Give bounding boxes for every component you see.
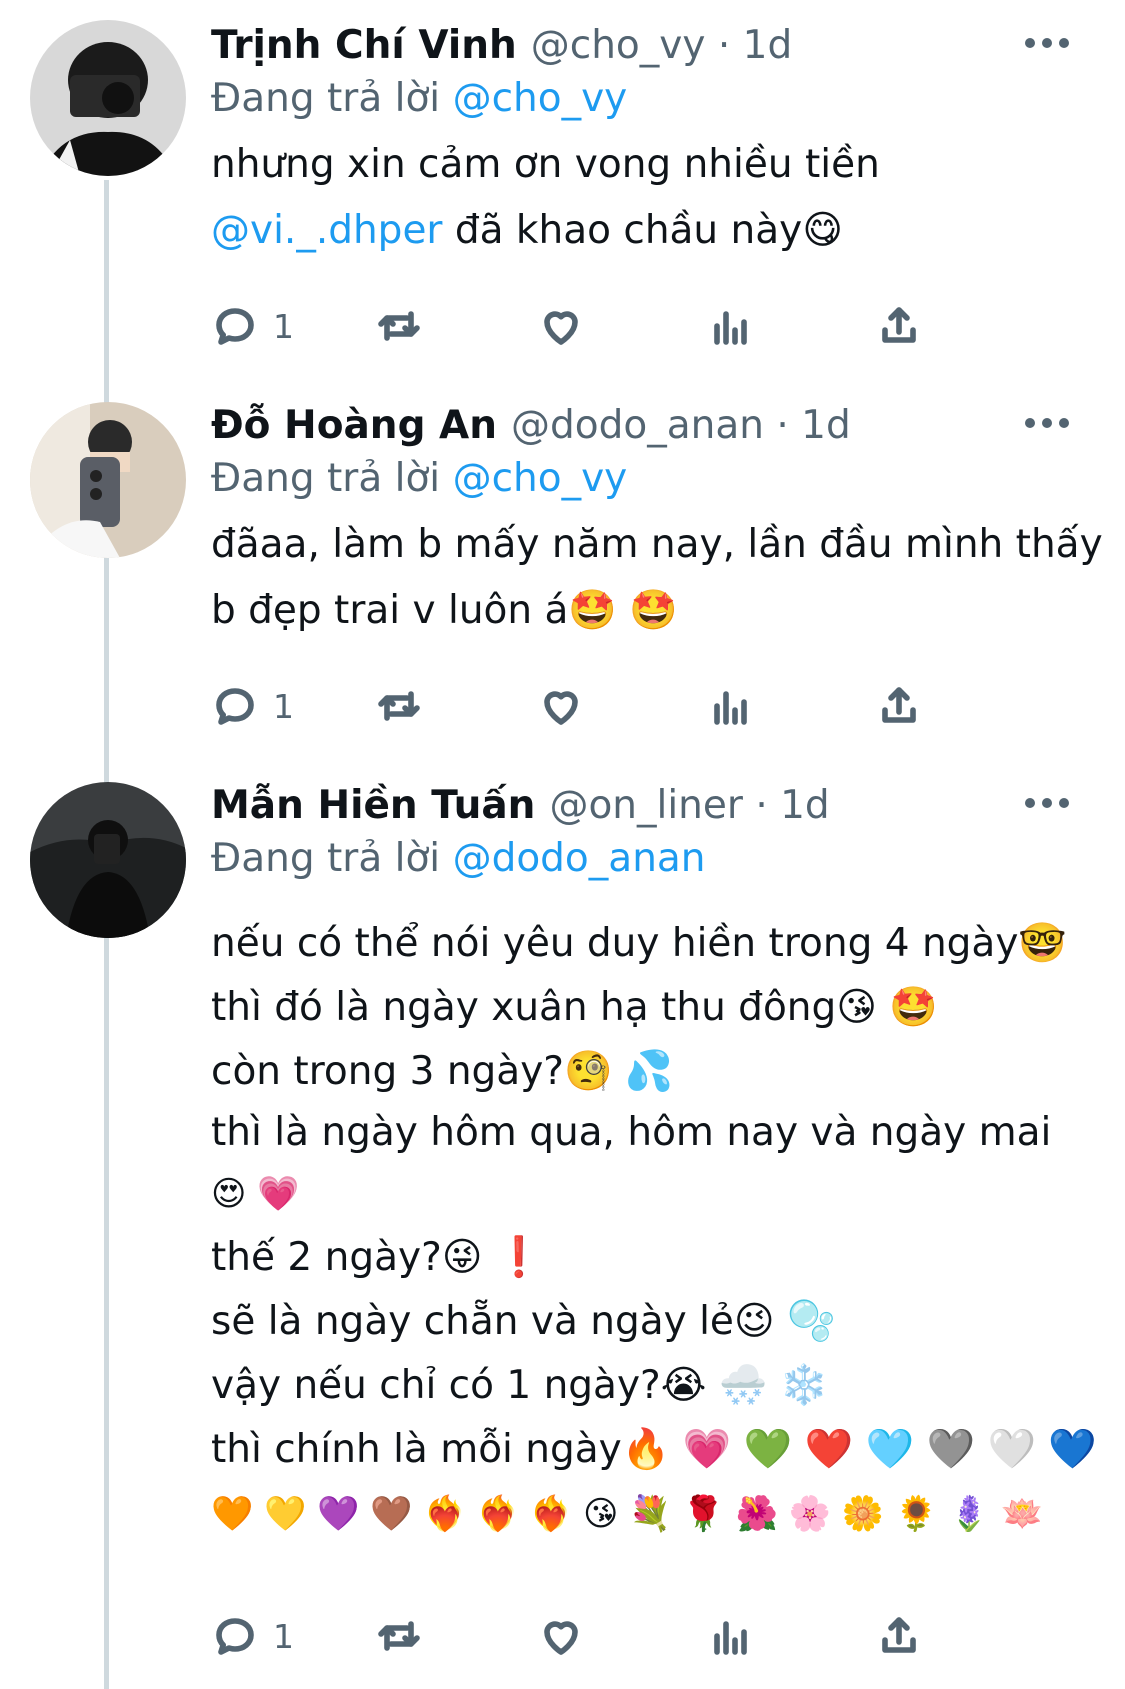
reply-count: 1	[273, 1616, 294, 1656]
views-icon	[714, 311, 747, 345]
more-icon[interactable]	[1025, 798, 1069, 812]
reply-button[interactable]: 1	[211, 296, 294, 356]
display-name[interactable]: Trịnh Chí Vinh	[211, 23, 517, 68]
tweet-line: nhưng xin cảm ơn vong nhiều tiền	[211, 142, 880, 187]
more-icon[interactable]	[1025, 38, 1069, 52]
tweet-line: vậy nếu chỉ có 1 ngày?😭 🌨️ ❄️	[211, 1363, 829, 1408]
replying-to: Đang trả lời @cho_vy	[211, 452, 1075, 506]
tweet-line: b đẹp trai v luôn á🤩 🤩	[211, 588, 678, 633]
reply-button[interactable]: 1	[211, 1606, 294, 1666]
retweet-button[interactable]	[375, 1606, 423, 1666]
like-icon	[544, 311, 578, 345]
action-bar: 1	[211, 296, 1011, 356]
handle-time: @dodo_anan · 1d	[511, 402, 851, 448]
views-icon	[714, 1621, 747, 1655]
tweet-line: nếu có thể nói yêu duy hiền trong 4 ngày…	[211, 921, 1067, 966]
like-button[interactable]	[537, 1606, 585, 1666]
retweet-button[interactable]	[375, 676, 423, 736]
tweet-line: thì chính là mỗi ngày🔥 💗 💚 ❤️ 🩵 🩶 🤍 💙	[211, 1427, 1097, 1472]
reply-mention[interactable]: @cho_vy	[453, 456, 628, 501]
tweet-line: 🧡 💛 💜 🤎 ❤️‍🔥 ❤️‍🔥 ❤️‍🔥 😘 💐 🌹 🌺 🌸 🌼 🌻 🪻 🪷	[211, 1494, 1044, 1534]
reply-count: 1	[273, 686, 294, 726]
reply-button[interactable]: 1	[211, 676, 294, 736]
share-button[interactable]	[875, 296, 923, 356]
views-button[interactable]	[707, 296, 755, 356]
share-button[interactable]	[875, 1606, 923, 1666]
handle-time: @cho_vy · 1d	[530, 22, 793, 68]
share-button[interactable]	[875, 676, 923, 736]
share-icon	[882, 307, 916, 343]
tweet-line-text: đã khao chầu này😋	[442, 208, 843, 253]
like-icon	[544, 691, 578, 725]
reply-count: 1	[273, 306, 294, 346]
tweet-line: sẽ là ngày chẵn và ngày lẻ😉 🫧	[211, 1299, 836, 1344]
avatar[interactable]	[30, 782, 186, 938]
display-name[interactable]: Đỗ Hoàng An	[211, 403, 497, 448]
retweet-icon	[378, 691, 420, 721]
share-icon	[882, 1617, 916, 1653]
views-button[interactable]	[707, 1606, 755, 1666]
like-icon	[544, 1621, 578, 1655]
reply-prefix: Đang trả lời	[211, 456, 441, 501]
views-button[interactable]	[707, 676, 755, 736]
tweet-text: đãaa, làm b mấy năm nay, lần đầu mình th…	[211, 512, 1103, 644]
reply-prefix: Đang trả lời	[211, 836, 441, 881]
more-icon[interactable]	[1025, 418, 1069, 432]
replying-to: Đang trả lời @dodo_anan	[211, 832, 1075, 886]
tweet-line: đãaa, làm b mấy năm nay, lần đầu mình th…	[211, 522, 1103, 567]
replying-to: Đang trả lời @cho_vy	[211, 72, 1075, 126]
share-icon	[882, 687, 916, 723]
mention-link[interactable]: @vi._.dhper	[211, 208, 442, 253]
reply-mention[interactable]: @dodo_anan	[453, 836, 706, 881]
reply-mention[interactable]: @cho_vy	[453, 76, 628, 121]
tweet-line: thế 2 ngày?😜 ❗	[211, 1235, 544, 1280]
tweet-line: còn trong 3 ngày?🧐 💦	[211, 1049, 674, 1094]
reply-icon	[216, 308, 254, 345]
avatar[interactable]	[30, 402, 186, 558]
handle-time: @on_liner · 1d	[549, 782, 830, 828]
views-icon	[714, 691, 747, 725]
avatar[interactable]	[30, 20, 186, 176]
action-bar: 1	[211, 676, 1011, 736]
retweet-icon	[378, 1621, 420, 1651]
action-bar: 1	[211, 1606, 1011, 1666]
retweet-icon	[378, 311, 420, 341]
reply-icon	[216, 1618, 254, 1655]
tweet-line: thì là ngày hôm qua, hôm nay và ngày mai	[211, 1110, 1052, 1155]
display-name[interactable]: Mẫn Hiền Tuấn	[211, 783, 535, 828]
tweet-line: @vi._.dhper đã khao chầu này😋	[211, 198, 1075, 264]
tweet-line: thì đó là ngày xuân hạ thu đông😘 🤩	[211, 985, 938, 1030]
tweet-line: 😍 💗	[211, 1174, 300, 1214]
like-button[interactable]	[537, 676, 585, 736]
tweet-text: nhưng xin cảm ơn vong nhiều tiền @vi._.d…	[211, 132, 1075, 264]
reply-icon	[216, 688, 254, 725]
retweet-button[interactable]	[375, 296, 423, 356]
tweet-text: nếu có thể nói yêu duy hiền trong 4 ngày…	[211, 912, 1097, 1546]
reply-prefix: Đang trả lời	[211, 76, 441, 121]
like-button[interactable]	[537, 296, 585, 356]
